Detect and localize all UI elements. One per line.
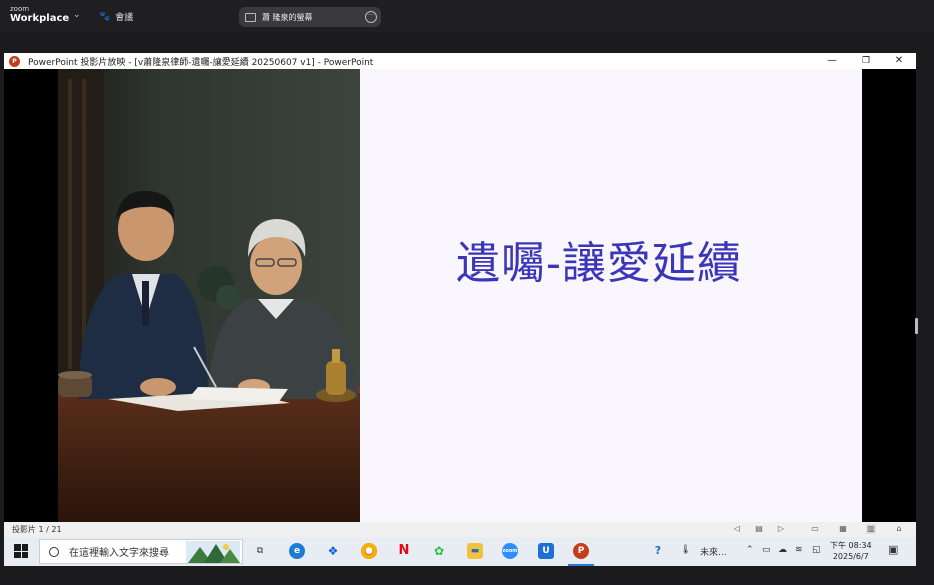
previous-slide-icon[interactable]: ◁	[732, 524, 742, 534]
slideshow-area[interactable]: 遺囑-讓愛延續	[4, 69, 916, 522]
resize-handle[interactable]	[915, 318, 918, 334]
netflix-icon[interactable]: N	[396, 543, 412, 559]
slide-counter: 投影片 1 / 21	[12, 525, 62, 534]
close-button[interactable]: ✕	[882, 53, 916, 69]
zoom-workplace-logo[interactable]: zoom Workplace	[10, 6, 69, 24]
volume-icon[interactable]: ◱	[812, 545, 821, 555]
zoom-top-bar: zoom Workplace ⌄ 🐾 會議 蕭 隆泉的螢幕 ···	[0, 0, 934, 32]
meeting-label: 會議	[115, 13, 134, 23]
search-icon	[49, 546, 59, 557]
cloud-icon[interactable]: ☁	[778, 545, 787, 555]
paw-icon: 🐾	[99, 11, 111, 22]
screen-share-label: 蕭 隆泉的螢幕	[262, 12, 313, 22]
chevron-down-icon[interactable]: ⌄	[73, 10, 81, 20]
workplace-logo-text: Workplace	[10, 13, 70, 24]
chrome-icon[interactable]: ●	[361, 543, 377, 559]
sorter-view-icon[interactable]: ▦	[838, 524, 848, 534]
slide-photo	[58, 69, 360, 522]
taskbar-clock[interactable]: 下午 08:34 2025/6/7	[830, 540, 872, 562]
slide-title: 遺囑-讓愛延續	[456, 238, 742, 289]
powerpoint-window: P PowerPoint 投影片放映 - [v蕭隆泉律師-遺囑-讓愛延續 202…	[4, 53, 916, 566]
wechat-icon[interactable]: ✿	[431, 543, 447, 559]
battery-icon[interactable]: ▭	[762, 545, 771, 555]
taskbar-search-box[interactable]: 在這裡輸入文字來搜尋	[39, 539, 243, 564]
next-slide-icon[interactable]: ▷	[776, 524, 786, 534]
u-app-icon[interactable]: U	[538, 543, 554, 559]
slideshow-status-bar: 投影片 1 / 21 ◁ ▤ ▷ ▭ ▦ ▥ ⌂	[4, 522, 916, 537]
powerpoint-icon: P	[9, 55, 20, 67]
screen-share-indicator[interactable]: 蕭 隆泉的螢幕 ···	[239, 7, 381, 27]
file-explorer-icon[interactable]: ▬	[467, 543, 483, 559]
search-highlight-icon	[186, 541, 240, 563]
minimize-button[interactable]: —	[815, 53, 849, 69]
slide-sorter-icon[interactable]: ▤	[754, 524, 764, 534]
clock-date: 2025/6/7	[832, 552, 869, 561]
dropbox-icon[interactable]: ❖	[325, 543, 341, 559]
reading-view-icon[interactable]: ▥	[866, 524, 876, 534]
slideshow-view-icon[interactable]: ⌂	[894, 524, 904, 534]
zoom-logo-text: zoom	[10, 5, 30, 13]
powerpoint-taskbar-icon[interactable]: P	[573, 543, 589, 559]
search-placeholder: 在這裡輸入文字來搜尋	[69, 548, 169, 559]
window-title-bar[interactable]: P PowerPoint 投影片放映 - [v蕭隆泉律師-遺囑-讓愛延續 202…	[4, 53, 916, 69]
chevron-up-icon[interactable]: ⌃	[746, 545, 754, 555]
window-title: PowerPoint 投影片放映 - [v蕭隆泉律師-遺囑-讓愛延續 20250…	[28, 57, 374, 68]
wifi-icon[interactable]: ≋	[795, 545, 803, 555]
restore-button[interactable]: ❐	[849, 53, 883, 69]
edge-browser-icon[interactable]: e	[289, 543, 305, 559]
windows-taskbar: 在這裡輸入文字來搜尋 ⧉ e ❖ ● N ✿ ▬ zoom U P ? 🌡 未來…	[4, 537, 916, 566]
normal-view-icon[interactable]: ▭	[810, 524, 820, 534]
screen-share-icon	[245, 12, 256, 22]
notification-icon[interactable]: ▣	[888, 543, 898, 556]
weather-text[interactable]: 未來...	[700, 545, 727, 558]
meeting-button[interactable]: 🐾 會議	[99, 10, 134, 24]
active-app-indicator	[568, 564, 594, 566]
more-options-icon[interactable]: ···	[365, 11, 377, 23]
clock-time: 下午 08:34	[830, 541, 872, 550]
help-icon[interactable]: ?	[650, 543, 666, 559]
thermometer-icon[interactable]: 🌡	[680, 545, 691, 555]
photo-illustration	[58, 69, 360, 522]
slide[interactable]: 遺囑-讓愛延續	[58, 69, 862, 522]
windows-start-button[interactable]	[14, 544, 28, 558]
task-view-icon[interactable]: ⧉	[252, 543, 268, 559]
zoom-app-icon[interactable]: zoom	[502, 543, 518, 559]
